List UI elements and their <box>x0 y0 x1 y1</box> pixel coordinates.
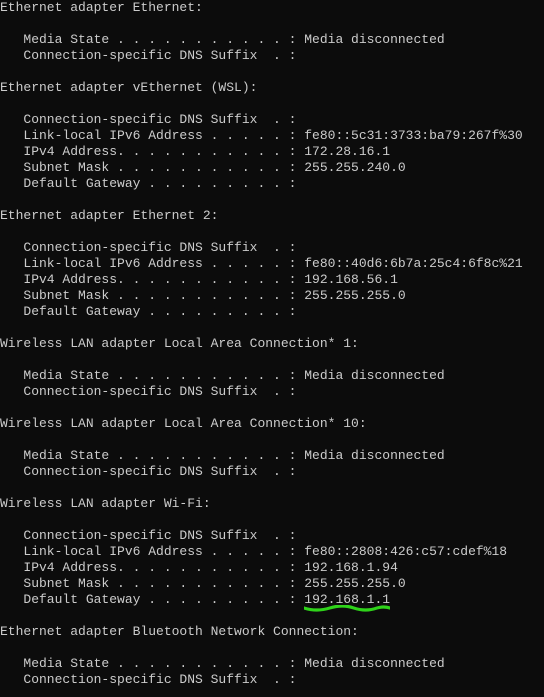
output-line: Connection-specific DNS Suffix . : <box>0 48 544 64</box>
field-value: fe80::40d6:6b7a:25c4:6f8c%21 <box>296 256 522 271</box>
output-line: Default Gateway . . . . . . . . . : <box>0 304 544 320</box>
field-label: Subnet Mask . . . . . . . . . . . : <box>0 288 296 303</box>
field-label: Connection-specific DNS Suffix . : <box>0 112 296 127</box>
output-line: Default Gateway . . . . . . . . . : <box>0 176 544 192</box>
field-value: 255.255.255.0 <box>296 288 405 303</box>
field-label: IPv4 Address. . . . . . . . . . . : <box>0 272 296 287</box>
field-label: Connection-specific DNS Suffix . : <box>0 240 296 255</box>
terminal-output: Ethernet adapter Ethernet: Media State .… <box>0 0 544 697</box>
field-value: 192.168.56.1 <box>296 272 397 287</box>
field-label: Media State . . . . . . . . . . . : <box>0 448 296 463</box>
field-label: IPv4 Address. . . . . . . . . . . : <box>0 560 296 575</box>
field-value: fe80::2808:426:c57:cdef%18 <box>296 544 507 559</box>
field-label: Connection-specific DNS Suffix . : <box>0 464 296 479</box>
output-line: Subnet Mask . . . . . . . . . . . : 255.… <box>0 288 544 304</box>
field-label: Link-local IPv6 Address . . . . . : <box>0 128 296 143</box>
field-label: Link-local IPv6 Address . . . . . : <box>0 256 296 271</box>
field-label: Connection-specific DNS Suffix . : <box>0 672 296 687</box>
output-line: Link-local IPv6 Address . . . . . : fe80… <box>0 256 544 272</box>
field-value: 255.255.240.0 <box>296 160 405 175</box>
field-label: IPv4 Address. . . . . . . . . . . : <box>0 144 296 159</box>
output-line: Link-local IPv6 Address . . . . . : fe80… <box>0 544 544 560</box>
adapter-header: Ethernet adapter Ethernet 2: <box>0 208 544 224</box>
field-value: 255.255.255.0 <box>296 576 405 591</box>
output-line: Connection-specific DNS Suffix . : <box>0 384 544 400</box>
output-line: Subnet Mask . . . . . . . . . . . : 255.… <box>0 160 544 176</box>
output-line: IPv4 Address. . . . . . . . . . . : 192.… <box>0 272 544 288</box>
field-label: Default Gateway . . . . . . . . . : <box>0 176 296 191</box>
field-value: Media disconnected <box>296 448 444 463</box>
field-value: Media disconnected <box>296 368 444 383</box>
field-label: Media State . . . . . . . . . . . : <box>0 656 296 671</box>
field-label: Subnet Mask . . . . . . . . . . . : <box>0 576 296 591</box>
field-label: Connection-specific DNS Suffix . : <box>0 48 296 63</box>
field-label: Connection-specific DNS Suffix . : <box>0 384 296 399</box>
output-line: Connection-specific DNS Suffix . : <box>0 528 544 544</box>
adapter-header: Wireless LAN adapter Wi-Fi: <box>0 496 544 512</box>
highlighted-gateway: 192.168.1.1 <box>304 592 390 608</box>
adapter-header: Ethernet adapter Bluetooth Network Conne… <box>0 624 544 640</box>
field-value: 172.28.16.1 <box>296 144 390 159</box>
output-line: IPv4 Address. . . . . . . . . . . : 172.… <box>0 144 544 160</box>
field-label: Connection-specific DNS Suffix . : <box>0 528 296 543</box>
field-label: Link-local IPv6 Address . . . . . : <box>0 544 296 559</box>
field-label: Media State . . . . . . . . . . . : <box>0 32 296 47</box>
output-line: Connection-specific DNS Suffix . : <box>0 240 544 256</box>
field-value: 192.168.1.94 <box>296 560 397 575</box>
field-value: 192.168.1.1 <box>304 592 390 607</box>
output-line: Default Gateway . . . . . . . . . : 192.… <box>0 592 544 608</box>
output-line: Connection-specific DNS Suffix . : <box>0 464 544 480</box>
field-value: Media disconnected <box>296 32 444 47</box>
field-label: Default Gateway . . . . . . . . . : <box>0 592 296 607</box>
field-label: Subnet Mask . . . . . . . . . . . : <box>0 160 296 175</box>
output-line: Media State . . . . . . . . . . . : Medi… <box>0 448 544 464</box>
field-label: Default Gateway . . . . . . . . . : <box>0 304 296 319</box>
output-line: Subnet Mask . . . . . . . . . . . : 255.… <box>0 576 544 592</box>
output-line: Connection-specific DNS Suffix . : <box>0 112 544 128</box>
field-label: Media State . . . . . . . . . . . : <box>0 368 296 383</box>
output-line: Media State . . . . . . . . . . . : Medi… <box>0 368 544 384</box>
field-value: fe80::5c31:3733:ba79:267f%30 <box>296 128 522 143</box>
adapter-header: Ethernet adapter vEthernet (WSL): <box>0 80 544 96</box>
output-line: Media State . . . . . . . . . . . : Medi… <box>0 656 544 672</box>
adapter-header: Wireless LAN adapter Local Area Connecti… <box>0 336 544 352</box>
output-line: Link-local IPv6 Address . . . . . : fe80… <box>0 128 544 144</box>
output-line: IPv4 Address. . . . . . . . . . . : 192.… <box>0 560 544 576</box>
field-value: Media disconnected <box>296 656 444 671</box>
adapter-header: Wireless LAN adapter Local Area Connecti… <box>0 416 544 432</box>
output-line: Connection-specific DNS Suffix . : <box>0 672 544 688</box>
adapter-header: Ethernet adapter Ethernet: <box>0 0 544 16</box>
output-line: Media State . . . . . . . . . . . : Medi… <box>0 32 544 48</box>
